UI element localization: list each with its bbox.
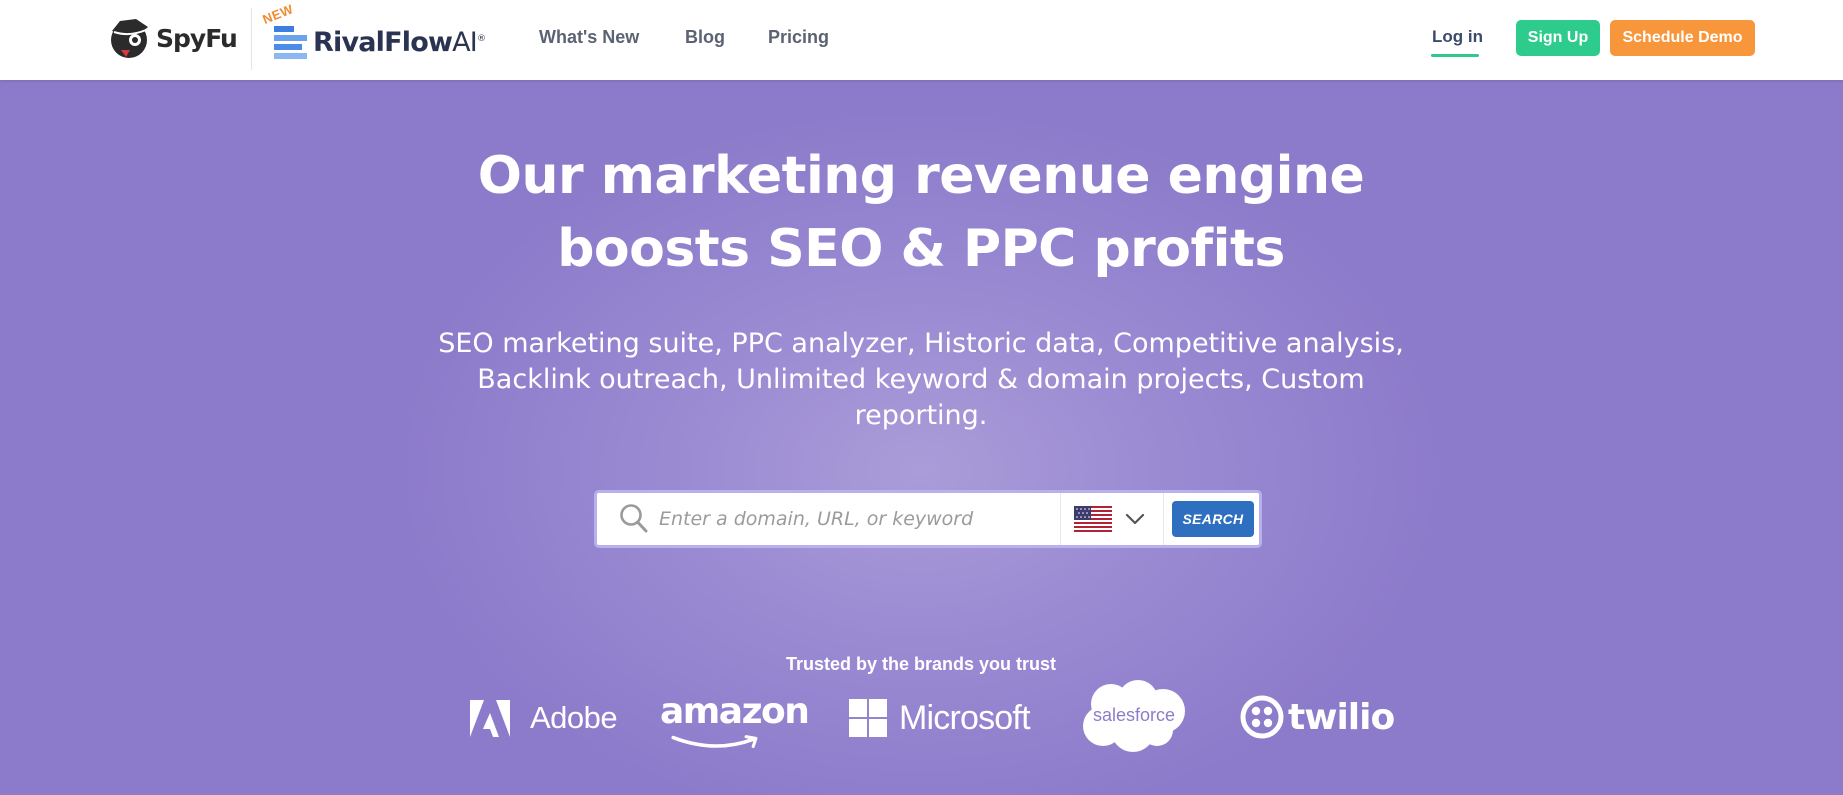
search-button[interactable]: SEARCH — [1172, 501, 1254, 537]
hero-title: Our marketing revenue engine boosts SEO … — [421, 140, 1421, 286]
nav-divider — [251, 8, 252, 70]
rivalflow-logo[interactable]: NEW RivalFlowAI® — [260, 1, 486, 64]
microsoft-logo: Microsoft — [849, 698, 1031, 738]
salesforce-logo: salesforce — [1081, 680, 1187, 753]
rivalflow-main-text: RivalFlow — [313, 26, 453, 58]
login-underline — [1431, 54, 1479, 57]
microsoft-logo-icon — [849, 699, 887, 737]
nav-link-blog[interactable]: Blog — [685, 27, 725, 48]
search-divider — [1060, 493, 1061, 545]
hero-section: Our marketing revenue engine boosts SEO … — [0, 80, 1843, 795]
adobe-logo: Adobe — [470, 698, 618, 738]
hero-subtitle-line-2: Backlink outreach, Unlimited keyword & d… — [477, 364, 1365, 395]
country-selector[interactable] — [1074, 502, 1158, 536]
nav-link-whats-new[interactable]: What's New — [539, 27, 639, 48]
search-bar: SEARCH — [594, 490, 1262, 548]
twilio-logo-icon — [1240, 695, 1284, 739]
us-flag-icon — [1074, 506, 1112, 532]
schedule-demo-button[interactable]: Schedule Demo — [1610, 20, 1755, 56]
hero-subtitle-line-3: reporting. — [854, 400, 988, 431]
twilio-wordmark: twilio — [1288, 696, 1395, 738]
login-link[interactable]: Log in — [1432, 27, 1483, 47]
registered-mark: ® — [476, 33, 486, 44]
adobe-wordmark: Adobe — [530, 700, 618, 735]
amazon-logo-icon — [671, 735, 758, 748]
search-divider — [1163, 493, 1164, 545]
microsoft-wordmark: Microsoft — [899, 698, 1031, 737]
hero-title-line-1: Our marketing revenue engine — [477, 146, 1365, 206]
spyfu-wordmark: SpyFu — [156, 23, 238, 53]
hero-title-line-2: boosts SEO & PPC profits — [557, 219, 1285, 279]
rivalflow-wordmark: RivalFlowAI® — [313, 26, 486, 58]
spyfu-spy-icon — [111, 19, 148, 58]
sign-up-button[interactable]: Sign Up — [1516, 20, 1600, 56]
salesforce-wordmark: salesforce — [1092, 705, 1176, 725]
trusted-heading: Trusted by the brands you trust — [785, 654, 1057, 674]
top-navigation: SpyFu NEW RivalFlowAI® What's New Blog P… — [0, 0, 1843, 80]
brand-logos: Adobe amazon Microsoft salesforce twilio — [0, 680, 1843, 780]
twilio-logo: twilio — [1240, 694, 1395, 740]
adobe-logo-icon — [470, 699, 510, 737]
amazon-wordmark: amazon — [660, 691, 810, 732]
rivalflow-stripes-icon — [274, 25, 307, 59]
spyfu-logo[interactable]: SpyFu — [108, 15, 238, 61]
amazon-logo: amazon — [660, 690, 810, 750]
search-icon — [620, 504, 648, 533]
nav-link-pricing[interactable]: Pricing — [768, 27, 829, 48]
new-badge: NEW — [260, 1, 296, 27]
search-input[interactable] — [659, 501, 1049, 537]
hero-subtitle-line-1: SEO marketing suite, PPC analyzer, Histo… — [438, 328, 1404, 359]
rivalflow-ai-text: AI — [452, 26, 478, 58]
hero-subtitle: SEO marketing suite, PPC analyzer, Histo… — [421, 326, 1421, 434]
chevron-down-icon — [1125, 513, 1145, 525]
